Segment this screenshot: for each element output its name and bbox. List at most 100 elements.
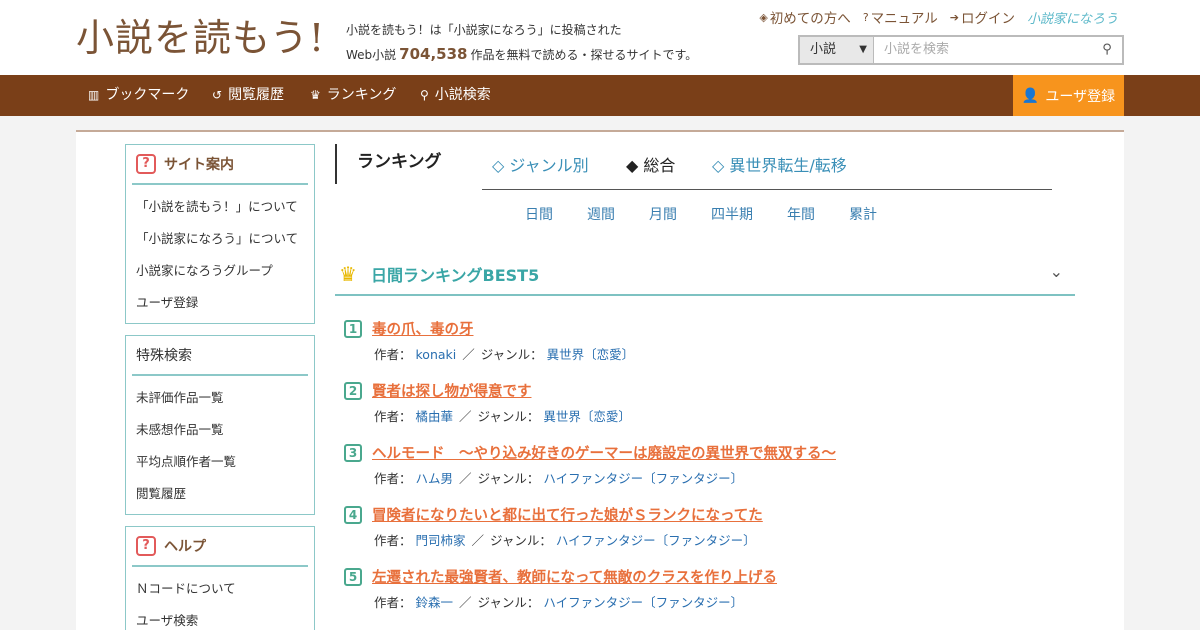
separator: ／	[471, 533, 485, 548]
search-button[interactable]: ⚲	[1092, 37, 1122, 63]
sidebar-item-about-narou[interactable]: 「小説家になろう」について	[126, 223, 314, 255]
nav-history-label: 閲覧履歴	[228, 87, 285, 103]
sidebar-guide-list: 「小説を読もう！」について 「小説家になろう」について 小説家になろうグループ …	[126, 185, 314, 323]
register-label: ユーザ登録	[1045, 88, 1116, 105]
genre-link[interactable]: 異世界〔恋愛〕	[543, 409, 631, 424]
login-link[interactable]: ➔ ログイン	[950, 7, 1015, 28]
top-links: ◈ 初めての方へ ? マニュアル ➔ ログイン 小説家になろう	[759, 7, 1118, 28]
ranking-entry: 3 ヘルモード ～やり込み好きのゲーマーは廃設定の異世界で無双する～ 作者： ハ…	[344, 442, 1064, 486]
tab-genre[interactable]: ◇ ジャンル別	[492, 152, 589, 176]
author-link[interactable]: ハム男	[416, 471, 454, 486]
ranking-entry: 4 冒険者になりたいと都に出て行った娘がＳランクになってた 作者： 門司柿家 ／ ジ…	[344, 504, 1064, 548]
narou-logo-link[interactable]: 小説家になろう	[1027, 8, 1118, 27]
rank-number: 1	[344, 320, 362, 338]
search-input[interactable]: 小説を検索	[874, 37, 1092, 63]
author-link[interactable]: 橘由華	[416, 409, 454, 424]
sidebar-item-ncode[interactable]: Ｎコードについて	[126, 573, 314, 605]
user-icon: 👤	[1021, 87, 1040, 104]
entry-title-link[interactable]: ヘルモード ～やり込み好きのゲーマーは廃設定の異世界で無双する～	[372, 442, 836, 463]
shield-icon: ◈	[759, 10, 768, 24]
work-count: 704,538	[399, 45, 468, 63]
genre-label: ジャンル：	[490, 533, 552, 548]
period-weekly[interactable]: 週間	[587, 204, 615, 224]
sidebar-guide: ? サイト案内 「小説を読もう！」について 「小説家になろう」について 小説家にな…	[125, 144, 315, 324]
sidebar-item-avg-authors[interactable]: 平均点順作者一覧	[126, 446, 314, 478]
entry-title-link[interactable]: 賢者は探し物が得意です	[372, 380, 532, 401]
entry-meta: 作者： konaki ／ ジャンル： 異世界〔恋愛〕	[374, 344, 634, 363]
author-link[interactable]: 門司柿家	[416, 533, 466, 548]
manual-label: マニュアル	[870, 11, 938, 27]
nav-search[interactable]: ⚲ 小説検索	[420, 75, 491, 116]
entry-title-link[interactable]: 冒険者になりたいと都に出て行った娘がＳランクになってた	[372, 504, 763, 525]
best5-header[interactable]: ♛ 日間ランキングBEST5 ⌄	[335, 252, 1075, 296]
separator: ／	[462, 347, 475, 362]
genre-link[interactable]: ハイファンタジー〔ファンタジー〕	[556, 533, 756, 548]
search-bar: 小説 ▼ 小説を検索 ⚲	[798, 35, 1124, 65]
ranking-heading: ランキング	[335, 144, 442, 184]
caret-down-icon: ▼	[859, 44, 867, 55]
period-total[interactable]: 累計	[849, 204, 877, 224]
sidebar-item-no-reviews[interactable]: 未感想作品一覧	[126, 414, 314, 446]
entry-title-link[interactable]: 毒の爪、毒の牙	[372, 318, 474, 339]
nav-ranking[interactable]: ♛ ランキング	[310, 75, 396, 116]
site-tagline: 小説を読もう！は「小説家になろう」に投稿された Web小説 704,538 作品を無…	[346, 18, 697, 67]
ranking-entry: 2 賢者は探し物が得意です 作者： 橘由華 ／ ジャンル： 異世界〔恋愛〕	[344, 380, 1064, 424]
manual-link[interactable]: ? マニュアル	[863, 7, 938, 28]
genre-link[interactable]: ハイファンタジー〔ファンタジー〕	[543, 471, 743, 486]
entry-meta: 作者： 橘由華 ／ ジャンル： 異世界〔恋愛〕	[374, 406, 631, 425]
sidebar-item-user-search[interactable]: ユーザ検索	[126, 605, 314, 630]
tagline-prefix: Web小説	[346, 48, 397, 62]
sidebar-item-about-yomou[interactable]: 「小説を読もう！」について	[126, 191, 314, 223]
sidebar-help-list: Ｎコードについて ユーザ検索	[126, 567, 314, 630]
nav-search-label: 小説検索	[434, 87, 491, 103]
tagline-line2: Web小説 704,538 作品を無料で読める・探せるサイトです。	[346, 42, 697, 67]
sidebar-special-title: 特殊検索	[136, 348, 192, 364]
entry-meta: 作者： ハム男 ／ ジャンル： ハイファンタジー〔ファンタジー〕	[374, 468, 743, 487]
author-link[interactable]: 鈴森一	[416, 595, 454, 610]
register-button[interactable]: 👤 ユーザ登録	[1013, 75, 1124, 116]
genre-label: ジャンル：	[477, 409, 540, 424]
genre-label: ジャンル：	[480, 347, 543, 362]
search-category-select[interactable]: 小説 ▼	[800, 37, 874, 63]
site-logo[interactable]: 小説を読もう!	[76, 12, 325, 64]
entry-title-link[interactable]: 左遷された最強賢者、教師になって無敵のクラスを作り上げる	[372, 566, 777, 587]
crown-icon: ♛	[310, 88, 321, 102]
author-label: 作者：	[374, 347, 412, 362]
site-header: 小説を読もう! 小説を読もう！は「小説家になろう」に投稿された Web小説 704…	[0, 0, 1200, 75]
author-link[interactable]: konaki	[416, 347, 457, 362]
period-quarterly[interactable]: 四半期	[711, 204, 753, 224]
sidebar-item-history[interactable]: 閲覧履歴	[126, 478, 314, 510]
sidebar-item-unrated[interactable]: 未評価作品一覧	[126, 382, 314, 414]
nav-history[interactable]: ↺ 閲覧履歴	[212, 75, 284, 116]
nav-bookmark[interactable]: ▥ ブックマーク	[88, 75, 189, 116]
first-time-link[interactable]: ◈ 初めての方へ	[759, 7, 851, 28]
sidebar-item-narou-group[interactable]: 小説家になろうグループ	[126, 255, 314, 287]
genre-link[interactable]: ハイファンタジー〔ファンタジー〕	[543, 595, 743, 610]
author-label: 作者：	[374, 409, 412, 424]
search-icon: ⚲	[1102, 42, 1112, 57]
rank-number: 5	[344, 568, 362, 586]
sidebar-item-register[interactable]: ユーザ登録	[126, 287, 314, 319]
search-icon: ⚲	[420, 88, 429, 102]
rank-number: 3	[344, 444, 362, 462]
history-icon: ↺	[212, 88, 223, 102]
best5-title: 日間ランキングBEST5	[371, 266, 540, 285]
period-monthly[interactable]: 月間	[649, 204, 677, 224]
first-time-label: 初めての方へ	[769, 11, 851, 27]
tab-isekai[interactable]: ◇ 異世界転生/転移	[712, 152, 847, 176]
genre-link[interactable]: 異世界〔恋愛〕	[547, 347, 635, 362]
sidebar-help-header: ? ヘルプ	[132, 527, 308, 567]
chevron-down-icon[interactable]: ⌄	[1050, 262, 1063, 281]
sidebar-special-search: 特殊検索 未評価作品一覧 未感想作品一覧 平均点順作者一覧 閲覧履歴	[125, 335, 315, 515]
entry-meta: 作者： 鈴森一 ／ ジャンル： ハイファンタジー〔ファンタジー〕	[374, 592, 743, 611]
author-label: 作者：	[374, 471, 412, 486]
author-label: 作者：	[374, 533, 412, 548]
tagline-suffix: 作品を無料で読める・探せるサイトです。	[470, 48, 698, 62]
tab-overall[interactable]: ◆ 総合	[626, 152, 675, 176]
question-icon: ?	[136, 154, 156, 174]
period-yearly[interactable]: 年間	[787, 204, 815, 224]
period-daily[interactable]: 日間	[525, 204, 553, 224]
crown-icon: ♛	[339, 262, 357, 286]
search-category-value: 小説	[810, 42, 837, 57]
ranking-entry: 1 毒の爪、毒の牙 作者： konaki ／ ジャンル： 異世界〔恋愛〕	[344, 318, 1064, 362]
